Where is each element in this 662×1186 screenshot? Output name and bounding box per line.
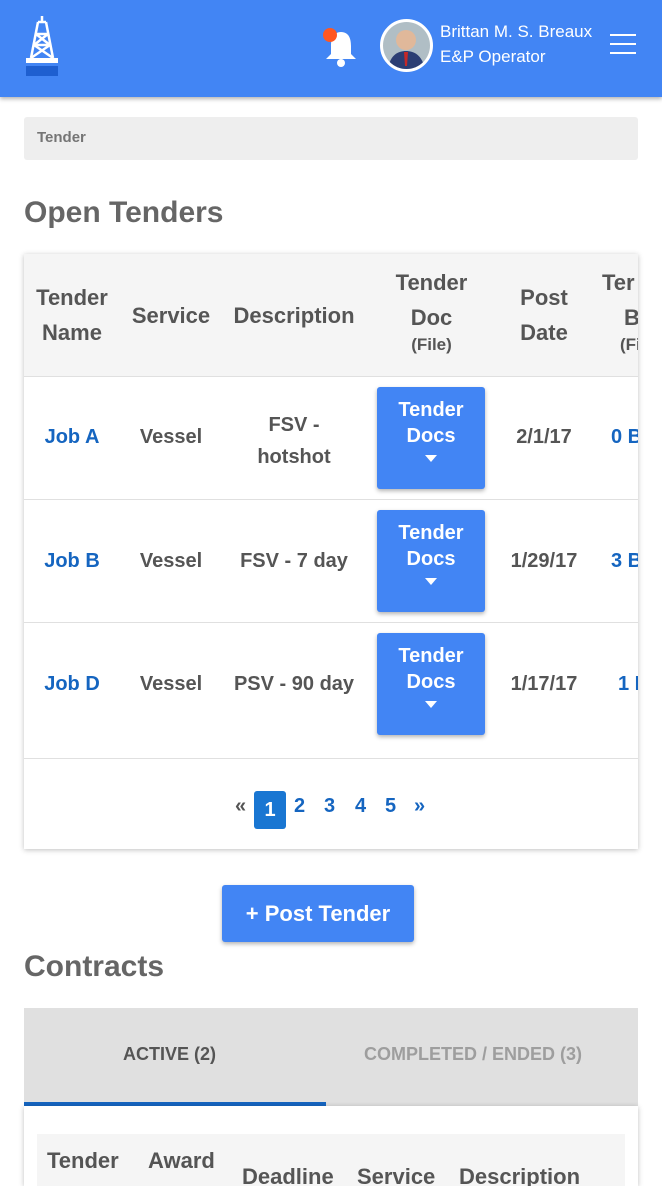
pagination-page-2[interactable]: 2 [294, 795, 305, 818]
post-tender-button[interactable]: + Post Tender [222, 885, 414, 942]
col-deadline: Deadline [242, 1164, 334, 1186]
notification-dot [323, 28, 337, 42]
col-post-date: Post Date [520, 285, 568, 345]
notifications-bell-icon[interactable] [320, 26, 362, 68]
col-tender: Tender [47, 1148, 119, 1173]
tab-active[interactable]: ACTIVE (2) [123, 1044, 216, 1065]
col-description: Description [459, 1164, 581, 1186]
user-name: Brittan M. S. Breaux [440, 22, 593, 41]
col-bids: Ter B (Fi [602, 270, 638, 354]
tab-completed[interactable]: COMPLETED / ENDED (3) [364, 1044, 582, 1065]
caret-down-icon [425, 455, 437, 462]
post-date-cell: 1/29/17 [510, 550, 578, 572]
table-header: Tender Award Deadline Service Descriptio… [37, 1134, 625, 1186]
contracts-tabs: ACTIVE (2) COMPLETED / ENDED (3) [24, 1008, 638, 1106]
pagination-next[interactable]: » [414, 795, 425, 818]
col-service: Service [357, 1164, 436, 1186]
col-tender-name: Tender Name [36, 285, 108, 345]
table-row: Job A Vessel FSV - hotshot Tender Docs 2… [24, 377, 638, 500]
tender-name-link[interactable]: Job D [32, 673, 112, 696]
description-cell: FSV - 7 day [240, 550, 348, 572]
caret-down-icon [425, 578, 437, 585]
pagination-page-5[interactable]: 5 [385, 795, 396, 818]
col-description: Description [233, 303, 355, 328]
description-cell: FSV - hotshot [257, 414, 331, 468]
pagination-page-3[interactable]: 3 [324, 795, 335, 818]
open-tenders-table: Tender Name Service Description Tender D… [24, 254, 638, 849]
tender-docs-button[interactable]: Tender Docs [377, 633, 485, 735]
bids-link[interactable]: 1 I [618, 673, 638, 696]
tender-docs-button[interactable]: Tender Docs [377, 387, 485, 489]
caret-down-icon [425, 701, 437, 708]
hamburger-menu-icon[interactable] [610, 34, 638, 56]
bids-link[interactable]: 0 B [611, 426, 638, 449]
table-header: Tender Name Service Description Tender D… [24, 254, 638, 377]
open-tenders-title: Open Tenders [24, 196, 224, 229]
col-service: Service [131, 303, 211, 328]
service-cell: Vessel [139, 673, 203, 695]
table-row: Job B Vessel FSV - 7 day Tender Docs 1/2… [24, 500, 638, 623]
user-role: E&P Operator [440, 47, 546, 66]
pagination-page-1[interactable]: 1 [254, 791, 286, 829]
contracts-title: Contracts [24, 950, 165, 983]
post-date-cell: 1/17/17 [510, 673, 578, 695]
oil-rig-logo-icon[interactable] [24, 14, 60, 78]
post-date-cell: 2/1/17 [516, 426, 572, 448]
col-award: Award [148, 1148, 215, 1173]
pagination-page-4[interactable]: 4 [355, 795, 366, 818]
tender-name-link[interactable]: Job B [32, 550, 112, 573]
table-row: Job D Vessel PSV - 90 day Tender Docs 1/… [24, 623, 638, 759]
app-header: Brittan M. S. Breaux E&P Operator [0, 0, 662, 97]
service-cell: Vessel [139, 426, 203, 448]
col-tender-doc: Tender Doc (File) [395, 270, 468, 354]
contracts-table: Tender Award Deadline Service Descriptio… [24, 1106, 638, 1186]
breadcrumb: Tender [24, 117, 638, 160]
bids-link[interactable]: 3 B [611, 550, 638, 573]
breadcrumb-item-tender[interactable]: Tender [37, 129, 86, 146]
tender-name-link[interactable]: Job A [32, 426, 112, 449]
description-cell: PSV - 90 day [233, 673, 355, 695]
service-cell: Vessel [139, 550, 203, 572]
pagination-prev[interactable]: « [235, 795, 246, 818]
pagination: « 1 2 3 4 5 » [24, 759, 638, 849]
tender-docs-button[interactable]: Tender Docs [377, 510, 485, 612]
avatar[interactable] [380, 19, 433, 72]
